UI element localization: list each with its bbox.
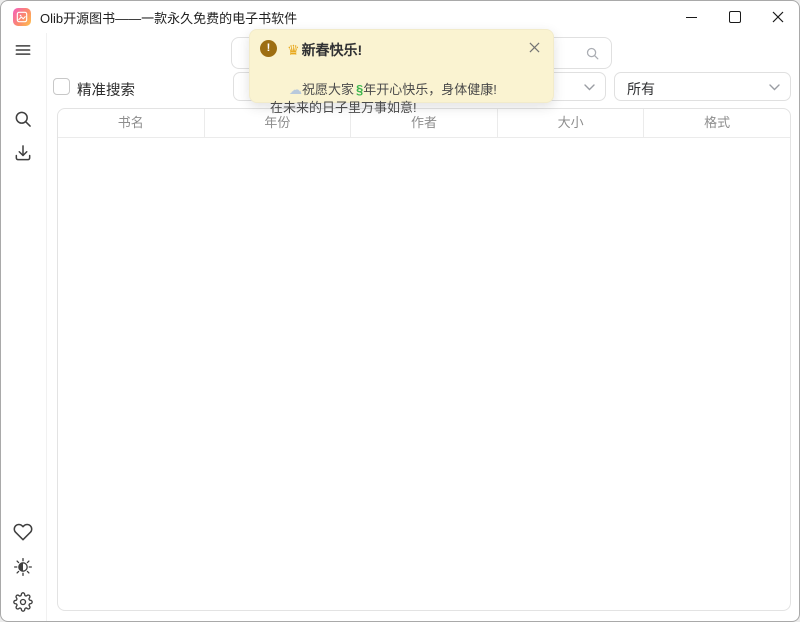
book-table-panel: 书名 年份 作者 大小 格式 (57, 108, 791, 611)
window-title: Olib开源图书——一款永久免费的电子书软件 (40, 8, 297, 27)
precise-search-label[interactable]: 精准搜索 (77, 79, 135, 100)
warning-icon: ! (260, 40, 277, 57)
close-icon (529, 42, 540, 53)
format-filter-select[interactable]: 所有 (614, 72, 791, 101)
format-filter-value: 所有 (627, 79, 655, 99)
settings-icon[interactable] (13, 592, 33, 612)
app-window: Olib开源图书——一款永久免费的电子书软件 (0, 0, 800, 622)
notification-close-button[interactable] (526, 39, 542, 55)
notification-message-line2: 在未来的日子里万事如意! (270, 99, 497, 117)
close-icon (772, 11, 784, 23)
maximize-icon (729, 11, 741, 23)
brightness-icon[interactable] (13, 557, 33, 577)
crown-icon: ♛ (287, 42, 300, 58)
message-text: 年开心快乐，身体健康! (363, 82, 497, 97)
chevron-down-icon (584, 84, 595, 91)
sidebar (1, 33, 47, 621)
search-input-icon (585, 46, 600, 61)
message-text: 祝愿大家 (302, 82, 354, 97)
maximize-button[interactable] (713, 1, 756, 33)
cloud-icon: ☁ (289, 82, 302, 97)
search-icon[interactable] (13, 109, 33, 129)
new-year-notification: ! ♛新春快乐! ☁祝愿大家§年开心快乐，身体健康! 在未来的日子里万事如意! (249, 29, 554, 103)
minimize-button[interactable] (670, 1, 713, 33)
column-header-title: 书名 (58, 109, 205, 137)
notification-message: ☁祝愿大家§年开心快乐，身体健康! 在未来的日子里万事如意! (270, 81, 497, 117)
app-logo-icon (13, 8, 31, 26)
precise-search-checkbox[interactable] (53, 78, 70, 95)
column-header-size: 大小 (498, 109, 645, 137)
notification-title: ♛新春快乐! (287, 40, 362, 60)
column-header-format: 格式 (644, 109, 790, 137)
notification-title-text: 新春快乐! (302, 42, 363, 58)
heart-icon[interactable] (13, 522, 33, 542)
close-button[interactable] (756, 1, 799, 33)
chevron-down-icon (769, 84, 780, 91)
menu-icon[interactable] (13, 40, 33, 60)
download-icon[interactable] (13, 143, 33, 163)
notification-message-line1: ☁祝愿大家§年开心快乐，身体健康! (289, 81, 497, 99)
minimize-icon (686, 17, 697, 18)
